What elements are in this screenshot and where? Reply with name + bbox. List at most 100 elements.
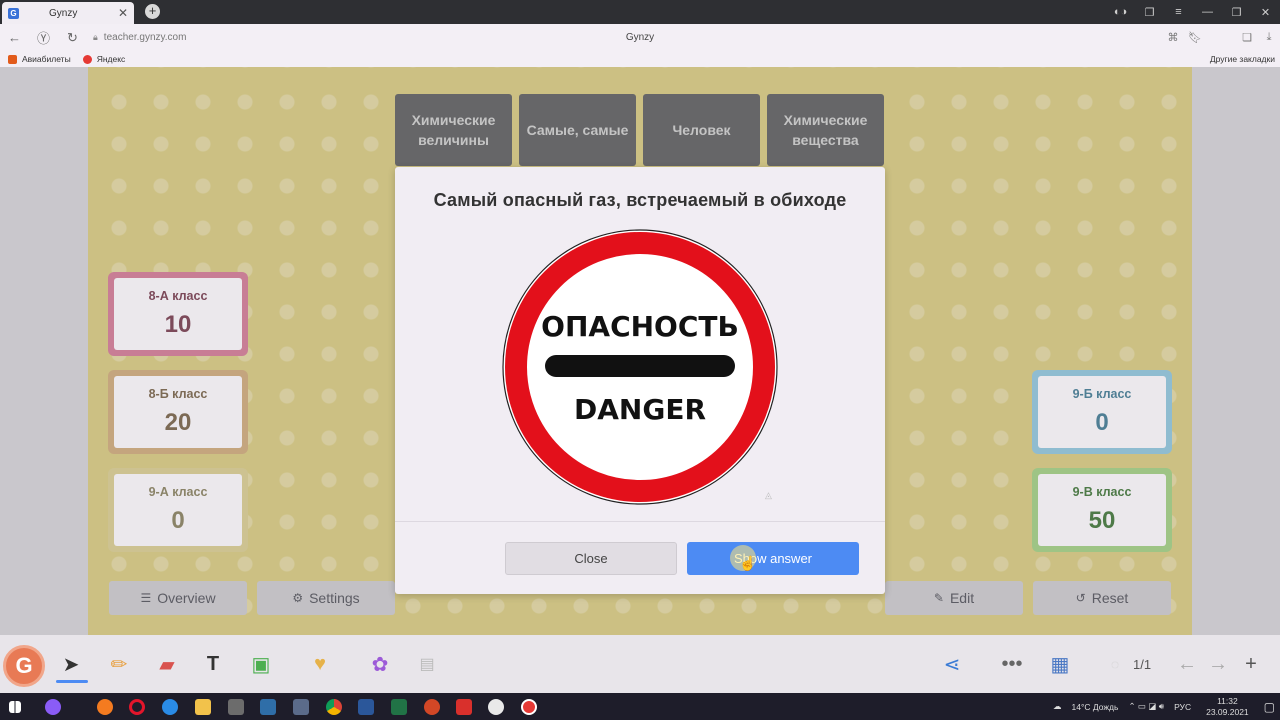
team-card[interactable]: 9-В класс 50 (1032, 468, 1172, 552)
watermark-icon: ◬ (765, 490, 772, 500)
more-icon[interactable]: ••• (997, 649, 1027, 679)
weather-icon: ☁ (1053, 701, 1062, 711)
list-icon: ☰ (140, 591, 152, 605)
overview-button[interactable]: ☰ Overview (109, 581, 247, 615)
pointer-tool-icon[interactable]: ➤ (56, 649, 86, 679)
url-field[interactable]: 🔒︎ teacher.gynzy.com (93, 32, 186, 43)
reset-button[interactable]: ↺ Reset (1033, 581, 1171, 615)
question-modal: Самый опасный газ, встречаемый в обиходе… (395, 167, 885, 594)
record-icon[interactable] (521, 699, 537, 715)
question-text: Самый опасный газ, встречаемый в обиходе (433, 190, 847, 210)
word-icon[interactable] (358, 699, 374, 715)
app-icon[interactable] (293, 699, 309, 715)
bookmark-favicon-icon (8, 54, 17, 64)
acrobat-icon[interactable] (456, 699, 472, 715)
category-header[interactable]: Химические величины (395, 94, 512, 166)
pencil-tool-icon[interactable]: ✏ (104, 649, 134, 679)
share-icon[interactable]: ⋖ (937, 649, 967, 679)
bookmark-item[interactable]: Яндекс (82, 54, 125, 64)
team-card[interactable]: 9-А класс 0 (108, 468, 248, 552)
media-icon[interactable] (228, 699, 244, 715)
hand-cursor-icon: ☝ (739, 555, 757, 571)
address-bar: ← Ⓨ ↻ 🔒︎ teacher.gynzy.com Gynzy ⌘ 🔖︎ ❏ … (0, 24, 1280, 51)
download-icon[interactable]: ⤓ (1258, 31, 1280, 44)
category-header[interactable]: Человек (643, 94, 760, 166)
danger-sign-image: ОПАСНОСТЬ DANGER (502, 229, 778, 505)
yandex-icon[interactable]: Ⓨ (29, 28, 58, 47)
team-name: 9-Б класс (1072, 387, 1132, 401)
team-card[interactable]: 8-А класс 10 (108, 272, 248, 356)
gear-icon: ⚙ (292, 591, 304, 605)
close-window-icon[interactable]: ✕ (1251, 6, 1280, 19)
undo-icon: ↺ (1075, 591, 1086, 605)
whiteboard-toolbar: G ➤ ✏ ▰ T ▣ ♥ ✿ ▤ ⋖ ••• ▦ ◌ 1/1 ← → + (0, 635, 1280, 693)
gynzy-logo[interactable]: G (3, 645, 45, 687)
text-tool-icon[interactable]: T (198, 649, 228, 679)
other-bookmarks[interactable]: Другие закладки (1210, 54, 1275, 64)
tray-icons[interactable]: ⌃ ▭ ◪ 🔊︎ (1128, 701, 1164, 712)
reload-icon[interactable]: ↻ (58, 30, 87, 46)
chrome-icon[interactable] (326, 699, 342, 715)
sticker-tool-icon[interactable]: ♥ (305, 649, 335, 679)
tabs-icon[interactable]: ❐ (1135, 6, 1164, 19)
url-text: teacher.gynzy.com (103, 32, 187, 43)
folder-icon[interactable] (195, 699, 211, 715)
team-score: 50 (1088, 507, 1116, 534)
app-icon[interactable] (260, 699, 276, 715)
prev-page-icon[interactable]: ← (1172, 649, 1202, 679)
sign-bottom-text: DANGER (574, 393, 706, 426)
firefox-icon[interactable] (97, 699, 113, 715)
next-page-icon[interactable]: → (1203, 649, 1233, 679)
add-page-icon[interactable]: + (1236, 649, 1266, 679)
loading-icon: ◌ (1110, 656, 1120, 672)
incognito-icon[interactable]: ◐◑ (1106, 6, 1135, 18)
show-answer-button[interactable]: Show answer (687, 542, 859, 575)
bookmark-icon[interactable]: 🔖︎ (1184, 31, 1206, 44)
team-name: 9-В класс (1072, 485, 1132, 499)
clock[interactable]: 11:32 23.09.2021 (1201, 696, 1254, 718)
windows-start-icon[interactable] (9, 701, 21, 713)
grid-tool-icon[interactable]: ▤ (412, 649, 442, 679)
team-card[interactable]: 9-Б класс 0 (1032, 370, 1172, 454)
notifications-icon[interactable]: ▢ (1264, 700, 1275, 714)
yandex-browser-icon[interactable] (488, 699, 504, 715)
close-button[interactable]: Close (505, 542, 677, 575)
bookmark-item[interactable]: Авиабилеты (8, 54, 71, 64)
shape-tool-icon[interactable]: ▣ (246, 649, 276, 679)
bookmarks-bar: Авиабилеты Яндекс Другие закладки (0, 51, 1280, 67)
weather-text[interactable]: 14°C Дождь (1072, 702, 1119, 712)
windows-taskbar: ☁ 14°C Дождь ⌃ ▭ ◪ 🔊︎ РУС 11:32 23.09.20… (0, 693, 1280, 720)
team-score: 0 (171, 507, 185, 534)
system-tray: ☁ 14°C Дождь ⌃ ▭ ◪ 🔊︎ РУС 11:32 23.09.20… (1048, 693, 1280, 720)
save-icon[interactable]: ▦ (1045, 649, 1075, 679)
powerpoint-icon[interactable] (424, 699, 440, 715)
edit-button[interactable]: ✎ Edit (885, 581, 1023, 615)
team-score: 20 (164, 409, 192, 436)
menu-icon[interactable]: ≡ (1164, 6, 1193, 18)
address-bar-actions: ⌘ 🔖︎ ❏ ⤓ (1162, 24, 1280, 51)
ie-icon[interactable] (162, 699, 178, 715)
color-palette-icon[interactable]: ✿ (365, 649, 395, 679)
team-score: 0 (1095, 409, 1109, 436)
browser-tab[interactable]: G Gynzy ✕ (2, 2, 134, 24)
excel-icon[interactable] (391, 699, 407, 715)
team-card[interactable]: 8-Б класс 20 (108, 370, 248, 454)
minimize-icon[interactable]: — (1193, 6, 1222, 18)
window-controls: ◐◑ ❐ ≡ — ❐ ✕ (1106, 0, 1280, 24)
team-score: 10 (164, 311, 192, 338)
collections-icon[interactable]: ❏ (1236, 31, 1258, 44)
close-tab-icon[interactable]: ✕ (118, 6, 128, 20)
bookmark-favicon-icon (82, 54, 92, 64)
back-icon[interactable]: ← (0, 30, 29, 45)
restore-icon[interactable]: ❐ (1222, 6, 1251, 19)
settings-button[interactable]: ⚙ Settings (257, 581, 395, 615)
new-tab-button[interactable]: + (145, 4, 160, 19)
team-name: 9-А класс (148, 485, 208, 499)
alice-icon[interactable] (45, 699, 61, 715)
category-header[interactable]: Самые, самые (519, 94, 636, 166)
language-indicator[interactable]: РУС (1174, 702, 1191, 712)
category-header[interactable]: Химические вещества (767, 94, 884, 166)
eraser-tool-icon[interactable]: ▰ (152, 649, 182, 679)
translate-icon[interactable]: ⌘ (1162, 31, 1184, 44)
opera-icon[interactable] (129, 699, 145, 715)
